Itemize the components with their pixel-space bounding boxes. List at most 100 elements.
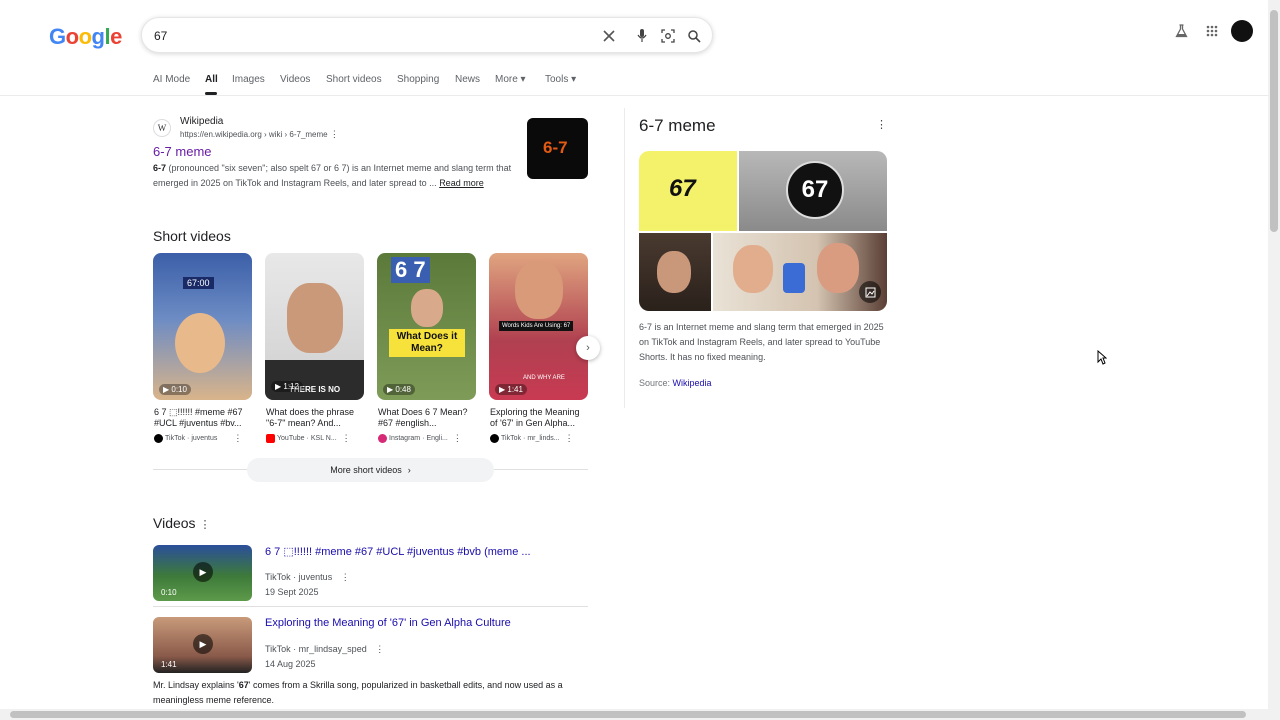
header-divider <box>0 95 1268 96</box>
short-video-card[interactable]: 67:00 ▶ 0:10 <box>153 253 252 400</box>
thumbnail-face <box>515 261 563 319</box>
video-duration: ▶ 1:12 <box>271 381 303 392</box>
channel-name: mr_linds... <box>527 435 560 442</box>
apps-grid-icon[interactable] <box>1201 20 1223 42</box>
image-tile-text: 67 <box>786 161 844 219</box>
result-thumbnail[interactable]: 6-7 <box>527 118 588 179</box>
platform-name: Instagram <box>389 435 421 442</box>
image-tile[interactable]: 67 <box>739 151 887 231</box>
labs-flask-icon[interactable] <box>1170 20 1192 42</box>
google-logo[interactable]: Google <box>49 24 122 50</box>
video-thumbnail[interactable]: ▶ 1:41 <box>153 617 252 673</box>
image-tile[interactable] <box>639 233 711 311</box>
short-videos-heading: Short videos <box>153 228 231 244</box>
read-more-link[interactable]: Read more <box>439 178 484 188</box>
short-video-title[interactable]: What Does 6 7 Mean? #67 #english... <box>378 407 476 429</box>
tab-more[interactable]: More ▾ <box>495 74 526 85</box>
more-options-icon[interactable]: ⋮ <box>565 433 574 444</box>
avatar[interactable] <box>1231 20 1253 42</box>
more-short-videos-button[interactable]: More short videos › <box>247 458 494 482</box>
video-title-link[interactable]: Exploring the Meaning of '67' in Gen Alp… <box>265 617 511 629</box>
tab-shopping[interactable]: Shopping <box>397 74 439 85</box>
source-link[interactable]: Wikipedia <box>673 378 712 388</box>
chevron-right-icon: › <box>586 342 590 354</box>
chevron-right-icon: › <box>407 465 411 475</box>
video-overlay-text: Words Kids Are Using: 67 <box>499 321 574 331</box>
result-url-text: https://en.wikipedia.org › wiki › 6-7_me… <box>180 130 328 139</box>
more-options-icon[interactable]: ⋮ <box>233 433 242 444</box>
video-source: TikTok · mr_lindsay_sped ⋮ <box>265 644 384 655</box>
thumbnail-text: 6-7 <box>543 138 568 157</box>
video-platform: TikTok · juventus <box>265 572 333 582</box>
logo-letter: G <box>49 24 66 49</box>
video-duration: 1:41 <box>161 660 177 669</box>
logo-letter: o <box>78 24 92 49</box>
lens-icon[interactable] <box>658 26 678 46</box>
image-tile-text: 67 <box>669 175 696 202</box>
tab-tools[interactable]: Tools ▾ <box>545 74 576 85</box>
search-icon[interactable] <box>684 26 704 46</box>
short-video-title[interactable]: What does the phrase "6-7" mean? And... <box>266 407 364 429</box>
image-tile[interactable] <box>713 233 887 311</box>
thumbnail-face <box>175 313 225 373</box>
tab-videos[interactable]: Videos <box>280 74 310 85</box>
search-box[interactable]: 67 <box>141 17 713 53</box>
play-icon: ▶ <box>193 562 213 582</box>
logo-letter: o <box>65 24 79 49</box>
duration-text: 1:41 <box>507 385 523 394</box>
video-title-link[interactable]: 6 7 ⬚!!!!!! #meme #67 #UCL #juventus #bv… <box>265 545 531 558</box>
thumbnail-number: 6 7 <box>391 257 430 283</box>
more-options-icon[interactable]: ⋮ <box>341 572 350 582</box>
channel-name: Engli... <box>426 435 448 442</box>
short-video-source: TikTok · juventus ⋮ <box>154 433 254 444</box>
tab-ai-mode[interactable]: AI Mode <box>153 74 190 85</box>
vertical-scroll-thumb[interactable] <box>1270 10 1278 232</box>
short-video-source: TikTok · mr_linds... ⋮ <box>490 433 590 444</box>
duration-text: 1:12 <box>283 382 299 391</box>
result-title-link[interactable]: 6-7 meme <box>153 144 212 159</box>
short-video-title[interactable]: Exploring the Meaning of '67' in Gen Alp… <box>490 407 588 429</box>
video-description: Mr. Lindsay explains '67' comes from a S… <box>153 678 588 708</box>
desc-text: Mr. Lindsay explains ' <box>153 680 239 690</box>
thumbnail-toy <box>783 263 805 293</box>
play-icon: ▶ <box>193 634 213 654</box>
search-input[interactable]: 67 <box>154 29 167 43</box>
video-date: 14 Aug 2025 <box>265 659 316 669</box>
result-site-name[interactable]: Wikipedia <box>180 116 223 127</box>
tab-all[interactable]: All <box>205 74 218 85</box>
video-platform: TikTok · mr_lindsay_sped <box>265 644 367 654</box>
video-thumbnail[interactable]: ▶ 0:10 <box>153 545 252 601</box>
tiktok-icon <box>490 434 499 443</box>
image-tile[interactable]: 67 <box>639 151 737 231</box>
short-video-card[interactable]: Words Kids Are Using: 67 AND WHY ARE ▶ 1… <box>489 253 588 400</box>
thumbnail-face <box>657 251 691 293</box>
desc-bold: 67 <box>238 680 249 690</box>
more-options-icon[interactable]: ⋮ <box>330 129 339 139</box>
more-options-icon[interactable]: ⋮ <box>199 519 210 531</box>
short-video-card[interactable]: THERE IS NO ▶ 1:12 <box>265 253 364 400</box>
knowledge-panel-images[interactable]: 67 67 <box>639 151 887 311</box>
more-options-icon[interactable]: ⋮ <box>342 433 351 444</box>
duration-text: 0:48 <box>395 385 411 394</box>
short-video-source: Instagram · Engli... ⋮ <box>378 433 478 444</box>
short-video-title[interactable]: 6 7 ⬚!!!!!! #meme #67 #UCL #juventus #bv… <box>154 407 252 429</box>
more-options-icon[interactable]: ⋮ <box>375 644 384 654</box>
microphone-icon[interactable] <box>632 26 652 46</box>
short-video-card[interactable]: 6 7 What Does it Mean? ▶ 0:48 <box>377 253 476 400</box>
carousel-next-button[interactable]: › <box>576 336 600 360</box>
result-url[interactable]: https://en.wikipedia.org › wiki › 6-7_me… <box>180 129 339 140</box>
more-options-icon[interactable]: ⋮ <box>453 433 462 444</box>
tab-images[interactable]: Images <box>232 74 265 85</box>
tab-short-videos[interactable]: Short videos <box>326 74 382 85</box>
gallery-icon[interactable] <box>859 281 881 303</box>
wikipedia-favicon: W <box>153 119 171 137</box>
videos-heading-text: Videos <box>153 515 196 531</box>
videos-heading: Videos ⋮ <box>153 515 210 531</box>
tab-news[interactable]: News <box>455 74 480 85</box>
video-overlay-text: 67:00 <box>183 277 214 289</box>
channel-name: KSL N... <box>310 435 337 442</box>
platform-name: YouTube <box>277 435 305 442</box>
more-options-icon[interactable]: ⋮ <box>876 118 887 131</box>
horizontal-scroll-thumb[interactable] <box>10 711 1246 718</box>
clear-icon[interactable] <box>599 26 619 46</box>
